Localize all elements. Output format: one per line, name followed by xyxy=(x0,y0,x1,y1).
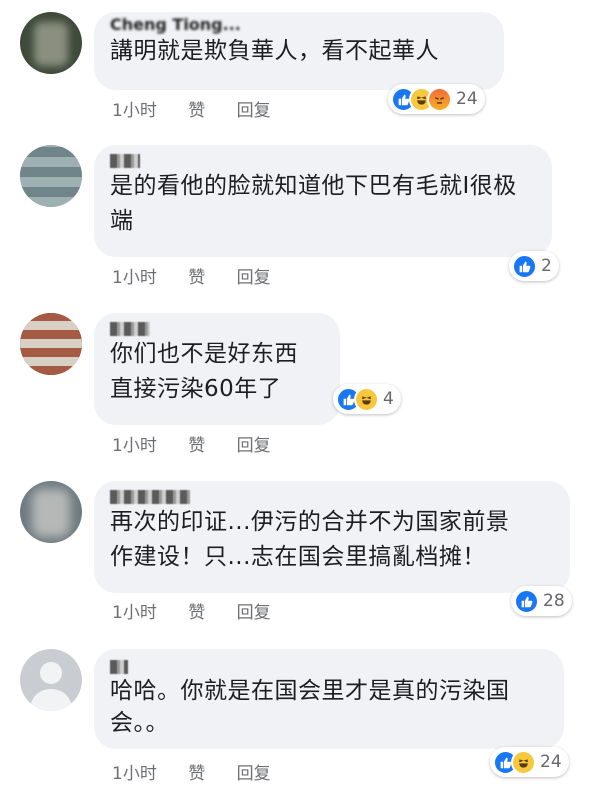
reaction-summary[interactable]: 24 xyxy=(490,747,569,777)
commenter-name[interactable] xyxy=(110,487,554,505)
like-button[interactable]: 赞 xyxy=(188,96,205,121)
comment-actions: 1小时 赞 回复 xyxy=(112,431,297,456)
haha-icon xyxy=(354,386,379,412)
avatar[interactable] xyxy=(20,145,82,207)
comment-text: 是的看他的脸就知道他下巴有毛就I很极端 xyxy=(110,173,517,234)
like-button[interactable]: 赞 xyxy=(188,759,205,784)
reaction-summary[interactable]: 28 xyxy=(511,586,572,616)
like-icon xyxy=(514,588,539,614)
commenter-name[interactable] xyxy=(110,151,536,169)
reaction-count: 4 xyxy=(383,389,394,409)
haha-icon xyxy=(511,749,536,775)
timestamp[interactable]: 1小时 xyxy=(112,598,157,623)
comment-actions: 1小时 赞 回复 xyxy=(112,598,297,623)
comment-actions: 1小时 赞 回复 xyxy=(112,759,297,784)
reaction-summary[interactable]: 2 xyxy=(509,251,559,281)
reply-button[interactable]: 回复 xyxy=(237,263,271,288)
like-button[interactable]: 赞 xyxy=(188,263,205,288)
angry-icon xyxy=(427,86,452,112)
comment-actions: 1小时 赞 回复 xyxy=(112,96,297,121)
comment-text: 你们也不是好东西 直接污染60年了 xyxy=(110,341,298,402)
default-avatar-icon xyxy=(30,662,72,711)
avatar[interactable] xyxy=(20,313,82,375)
comment-bubble: 哈哈。你就是在国会里才是真的污染国 会。。 xyxy=(94,649,564,749)
reaction-summary[interactable]: 4 xyxy=(333,384,401,414)
reaction-summary[interactable]: 24 xyxy=(388,84,485,114)
comment-bubble: Cheng Tiong... 講明就是欺負華人，看不起華人 xyxy=(94,12,504,90)
comment-text: 講明就是欺負華人，看不起華人 xyxy=(110,38,439,64)
reply-button[interactable]: 回复 xyxy=(237,598,271,623)
avatar[interactable] xyxy=(20,12,82,74)
like-icon xyxy=(512,253,537,279)
comment-text: 再次的印证...伊污的合并不为国家前景 作建设！只...志在国会里搞亂档摊！ xyxy=(110,509,510,570)
reaction-count: 24 xyxy=(540,752,562,772)
reply-button[interactable]: 回复 xyxy=(237,96,271,121)
comment-text: 哈哈。你就是在国会里才是真的污染国 会。。 xyxy=(110,678,510,736)
reaction-count: 28 xyxy=(543,591,565,611)
comment-bubble: 你们也不是好东西 直接污染60年了 xyxy=(94,313,340,425)
reply-button[interactable]: 回复 xyxy=(237,431,271,456)
commenter-name[interactable] xyxy=(110,657,548,675)
timestamp[interactable]: 1小时 xyxy=(112,96,157,121)
timestamp[interactable]: 1小时 xyxy=(112,431,157,456)
commenter-name[interactable]: Cheng Tiong... xyxy=(110,16,488,34)
reaction-count: 24 xyxy=(456,89,478,109)
like-button[interactable]: 赞 xyxy=(188,598,205,623)
comment-bubble: 是的看他的脸就知道他下巴有毛就I很极端 xyxy=(94,145,552,257)
avatar[interactable] xyxy=(20,649,82,711)
timestamp[interactable]: 1小时 xyxy=(112,759,157,784)
like-button[interactable]: 赞 xyxy=(188,431,205,456)
timestamp[interactable]: 1小时 xyxy=(112,263,157,288)
comment-actions: 1小时 赞 回复 xyxy=(112,263,297,288)
reply-button[interactable]: 回复 xyxy=(237,759,271,784)
reaction-count: 2 xyxy=(541,256,552,276)
comment-bubble: 再次的印证...伊污的合并不为国家前景 作建设！只...志在国会里搞亂档摊！ xyxy=(94,481,570,593)
avatar[interactable] xyxy=(20,481,82,543)
commenter-name[interactable] xyxy=(110,319,324,337)
